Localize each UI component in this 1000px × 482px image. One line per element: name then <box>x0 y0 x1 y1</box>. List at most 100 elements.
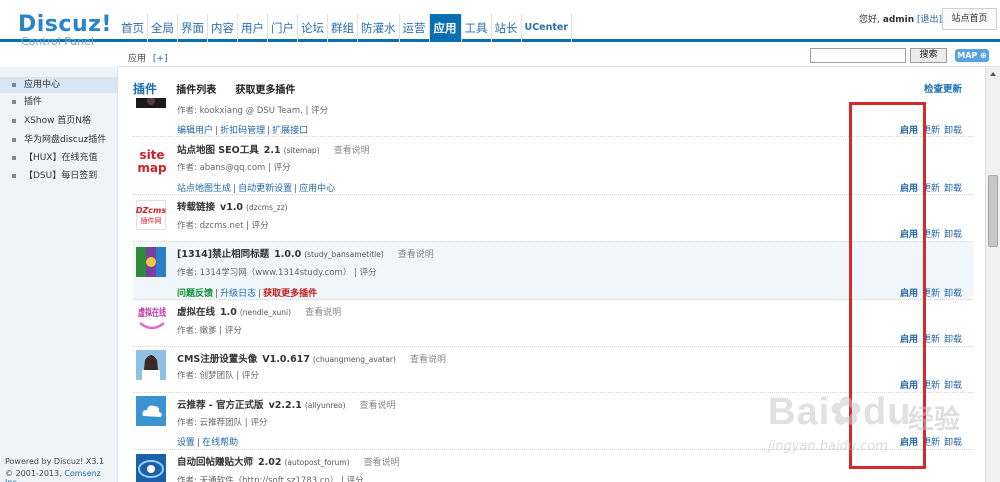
uninstall-link[interactable]: 卸载 <box>944 335 962 345</box>
plugin-name-row: 站点地图 SEO工具 2.1 (sitemap) 查看说明 <box>177 142 370 156</box>
nav-operations[interactable]: 运营 <box>400 14 430 42</box>
autopost-logo-icon <box>136 454 166 482</box>
search-button[interactable]: 搜索 <box>910 48 947 63</box>
search-input[interactable] <box>810 48 906 63</box>
plugin-name: 虚拟在线 <box>177 307 216 318</box>
logout-link[interactable]: [退出] <box>917 15 942 25</box>
plugin-name: 云推荐 - 官方正式版 <box>177 400 264 411</box>
plugin-id: (autopost_forum) <box>284 458 350 467</box>
plugin-version: 1.0 <box>220 307 237 318</box>
plugin-version: 2.1 <box>263 145 281 156</box>
plugin-row: DZcms 插件网 转载链接 v1.0 (dzcms_zz) 作者: dzcms.n… <box>133 195 973 242</box>
sidebar-item-app-center[interactable]: 应用中心 <box>0 77 117 93</box>
sidebar-item-huawei-disk[interactable]: 华为网盘discuz插件 <box>0 132 117 148</box>
plugin-row: [1314]禁止相同标题 1.0.0 (study_bansametitle) 查看说… <box>133 242 973 300</box>
plugin-link-generate[interactable]: 站点地图生成 <box>177 184 231 194</box>
plugin-name: [1314]禁止相同标题 <box>177 249 270 260</box>
plugin-doc-link[interactable]: 查看说明 <box>410 355 446 365</box>
uninstall-link[interactable]: 卸载 <box>944 184 962 194</box>
main-nav: 首页 全局 界面 内容 用户 门户 论坛 群组 防灌水 运营 应用 工具 站长 … <box>118 14 573 42</box>
nav-interface[interactable]: 界面 <box>178 14 208 42</box>
plugin-links: 编辑用户 | 折扣码管理 | 扩展接口 <box>177 126 309 136</box>
footer-powered-text: Powered by <box>5 457 52 466</box>
plugin-link-extension[interactable]: 扩展接口 <box>272 126 308 136</box>
chevron-down-icon: ⊕ <box>980 51 987 60</box>
plugin-link-settings[interactable]: 设置 <box>177 438 195 448</box>
plugin-author: 作者: abans@qq.com | 评分 <box>177 163 291 173</box>
plugin-name-row: [1314]禁止相同标题 1.0.0 (study_bansametitle) 查看说… <box>177 246 434 260</box>
plugin-link-app-center[interactable]: 应用中心 <box>299 184 335 194</box>
breadcrumb-add-link[interactable]: [+] <box>153 54 168 64</box>
plugin-doc-link[interactable]: 查看说明 <box>364 458 400 468</box>
nav-antispam[interactable]: 防灌水 <box>358 14 400 42</box>
nav-apps[interactable]: 应用 <box>429 14 462 42</box>
plugin-id: (chuangmeng_avatar) <box>312 355 396 364</box>
sitemap-logo-text-2: map <box>137 161 167 175</box>
plugin-author: 作者: dzcms.net | 评分 <box>177 221 269 231</box>
sidebar-item-xshow[interactable]: XShow 首页N格 <box>0 113 117 129</box>
top-header: Discuz! Control Panel 首页 全局 界面 内容 用户 门户 … <box>0 0 1000 48</box>
map-button-label: MAP <box>957 51 978 60</box>
dzcms-logo-text-2: 插件网 <box>141 216 162 225</box>
site-home-button[interactable]: 站点首页 <box>942 8 997 30</box>
plugin-version: 1.0.0 <box>274 249 302 260</box>
plugin-link-changelog[interactable]: 升级日志 <box>220 289 256 299</box>
scroll-up-arrow-icon[interactable] <box>988 69 998 79</box>
plugin-doc-link[interactable]: 查看说明 <box>360 401 396 411</box>
nav-content[interactable]: 内容 <box>208 14 238 42</box>
sitemap-logo-text-1: site <box>139 148 164 162</box>
plugin-link-auto-update[interactable]: 自动更新设置 <box>238 184 292 194</box>
plugin-link-feedback[interactable]: 问题反馈 <box>177 289 213 299</box>
uninstall-link[interactable]: 卸载 <box>944 126 962 136</box>
plugin-doc-link[interactable]: 查看说明 <box>305 308 341 318</box>
footer-powered: Powered by Discuz! X3.1 <box>5 457 104 466</box>
plugin-link-more-plugins[interactable]: 获取更多插件 <box>263 289 317 299</box>
logo[interactable]: Discuz! Control Panel <box>18 12 112 48</box>
footer-copyright: © 2001-2013, Comsenz Inc. <box>5 469 117 482</box>
nav-global[interactable]: 全局 <box>148 14 178 42</box>
plugin-tabs: 插件 插件列表 获取更多插件 <box>133 80 295 97</box>
scroll-thumb[interactable] <box>988 175 998 247</box>
plugin-link-discount[interactable]: 折扣码管理 <box>220 126 265 136</box>
uninstall-link[interactable]: 卸载 <box>944 230 962 240</box>
tab-plugin-list[interactable]: 插件列表 <box>176 85 216 96</box>
dzcms-logo-text-1: DZcms <box>136 206 166 215</box>
plugin-id: (study_bansametitle) <box>304 250 384 259</box>
sub-toolbar: 应用 [+] 搜索 MAP ⊕ <box>118 45 1000 67</box>
footer-product: Discuz! X3.1 <box>53 457 105 466</box>
plugin-row: 作者: kookxiang @ DSU Team. | 评分 编辑用户 | 折扣码管… <box>133 98 973 137</box>
sidebar: 应用中心 插件 XShow 首页N格 华为网盘discuz插件 【HUX】在线充… <box>0 67 118 482</box>
plugin-link-edit-users[interactable]: 编辑用户 <box>177 126 213 136</box>
baidu-jingyan-watermark: Bai✿du 经验 jingyan.baidu.com <box>768 387 990 463</box>
dzcms-logo-icon: DZcms 插件网 <box>136 200 166 230</box>
check-update-link[interactable]: 检查更新 <box>924 81 962 95</box>
sidebar-item-plugins[interactable]: 插件 <box>0 94 117 110</box>
nav-forum[interactable]: 论坛 <box>298 14 328 42</box>
sidebar-item-hux-recharge[interactable]: 【HUX】在线充值 <box>0 150 117 166</box>
plugin-id: (nendie_xuni) <box>239 308 292 317</box>
plugin-links: 问题反馈 | 升级日志 | 获取更多插件 <box>177 289 318 299</box>
nav-ucenter[interactable]: UCenter <box>522 14 573 42</box>
nav-home[interactable]: 首页 <box>118 14 148 42</box>
xuni-logo-icon: 虚拟在线 <box>136 303 168 335</box>
plugin-doc-link[interactable]: 查看说明 <box>334 146 370 156</box>
nav-tools[interactable]: 工具 <box>462 14 492 42</box>
nav-users[interactable]: 用户 <box>238 14 268 42</box>
plugin-thumbnail <box>136 98 166 108</box>
username: admin <box>882 15 915 25</box>
nav-webmaster[interactable]: 站长 <box>492 14 522 42</box>
plugin-name: 转载链接 <box>177 202 216 213</box>
tab-get-more[interactable]: 获取更多插件 <box>235 85 295 96</box>
plugin-link-help[interactable]: 在线帮助 <box>202 438 238 448</box>
uninstall-link[interactable]: 卸载 <box>944 289 962 299</box>
plugin-links: 站点地图生成 | 自动更新设置 | 应用中心 <box>177 184 336 194</box>
nav-portal[interactable]: 门户 <box>268 14 298 42</box>
logo-brand: Discuz! <box>18 12 112 37</box>
page-title: 插件 <box>133 82 158 96</box>
plugin-version: v1.0 <box>220 202 244 213</box>
nav-group[interactable]: 群组 <box>328 14 358 42</box>
plugin-doc-link[interactable]: 查看说明 <box>398 250 434 260</box>
plugin-name-row: 云推荐 - 官方正式版 v2.2.1 (allyunreo) 查看说明 <box>177 397 396 411</box>
map-button[interactable]: MAP ⊕ <box>955 49 989 62</box>
sidebar-item-dsu-signin[interactable]: 【DSU】每日签到 <box>0 168 117 184</box>
